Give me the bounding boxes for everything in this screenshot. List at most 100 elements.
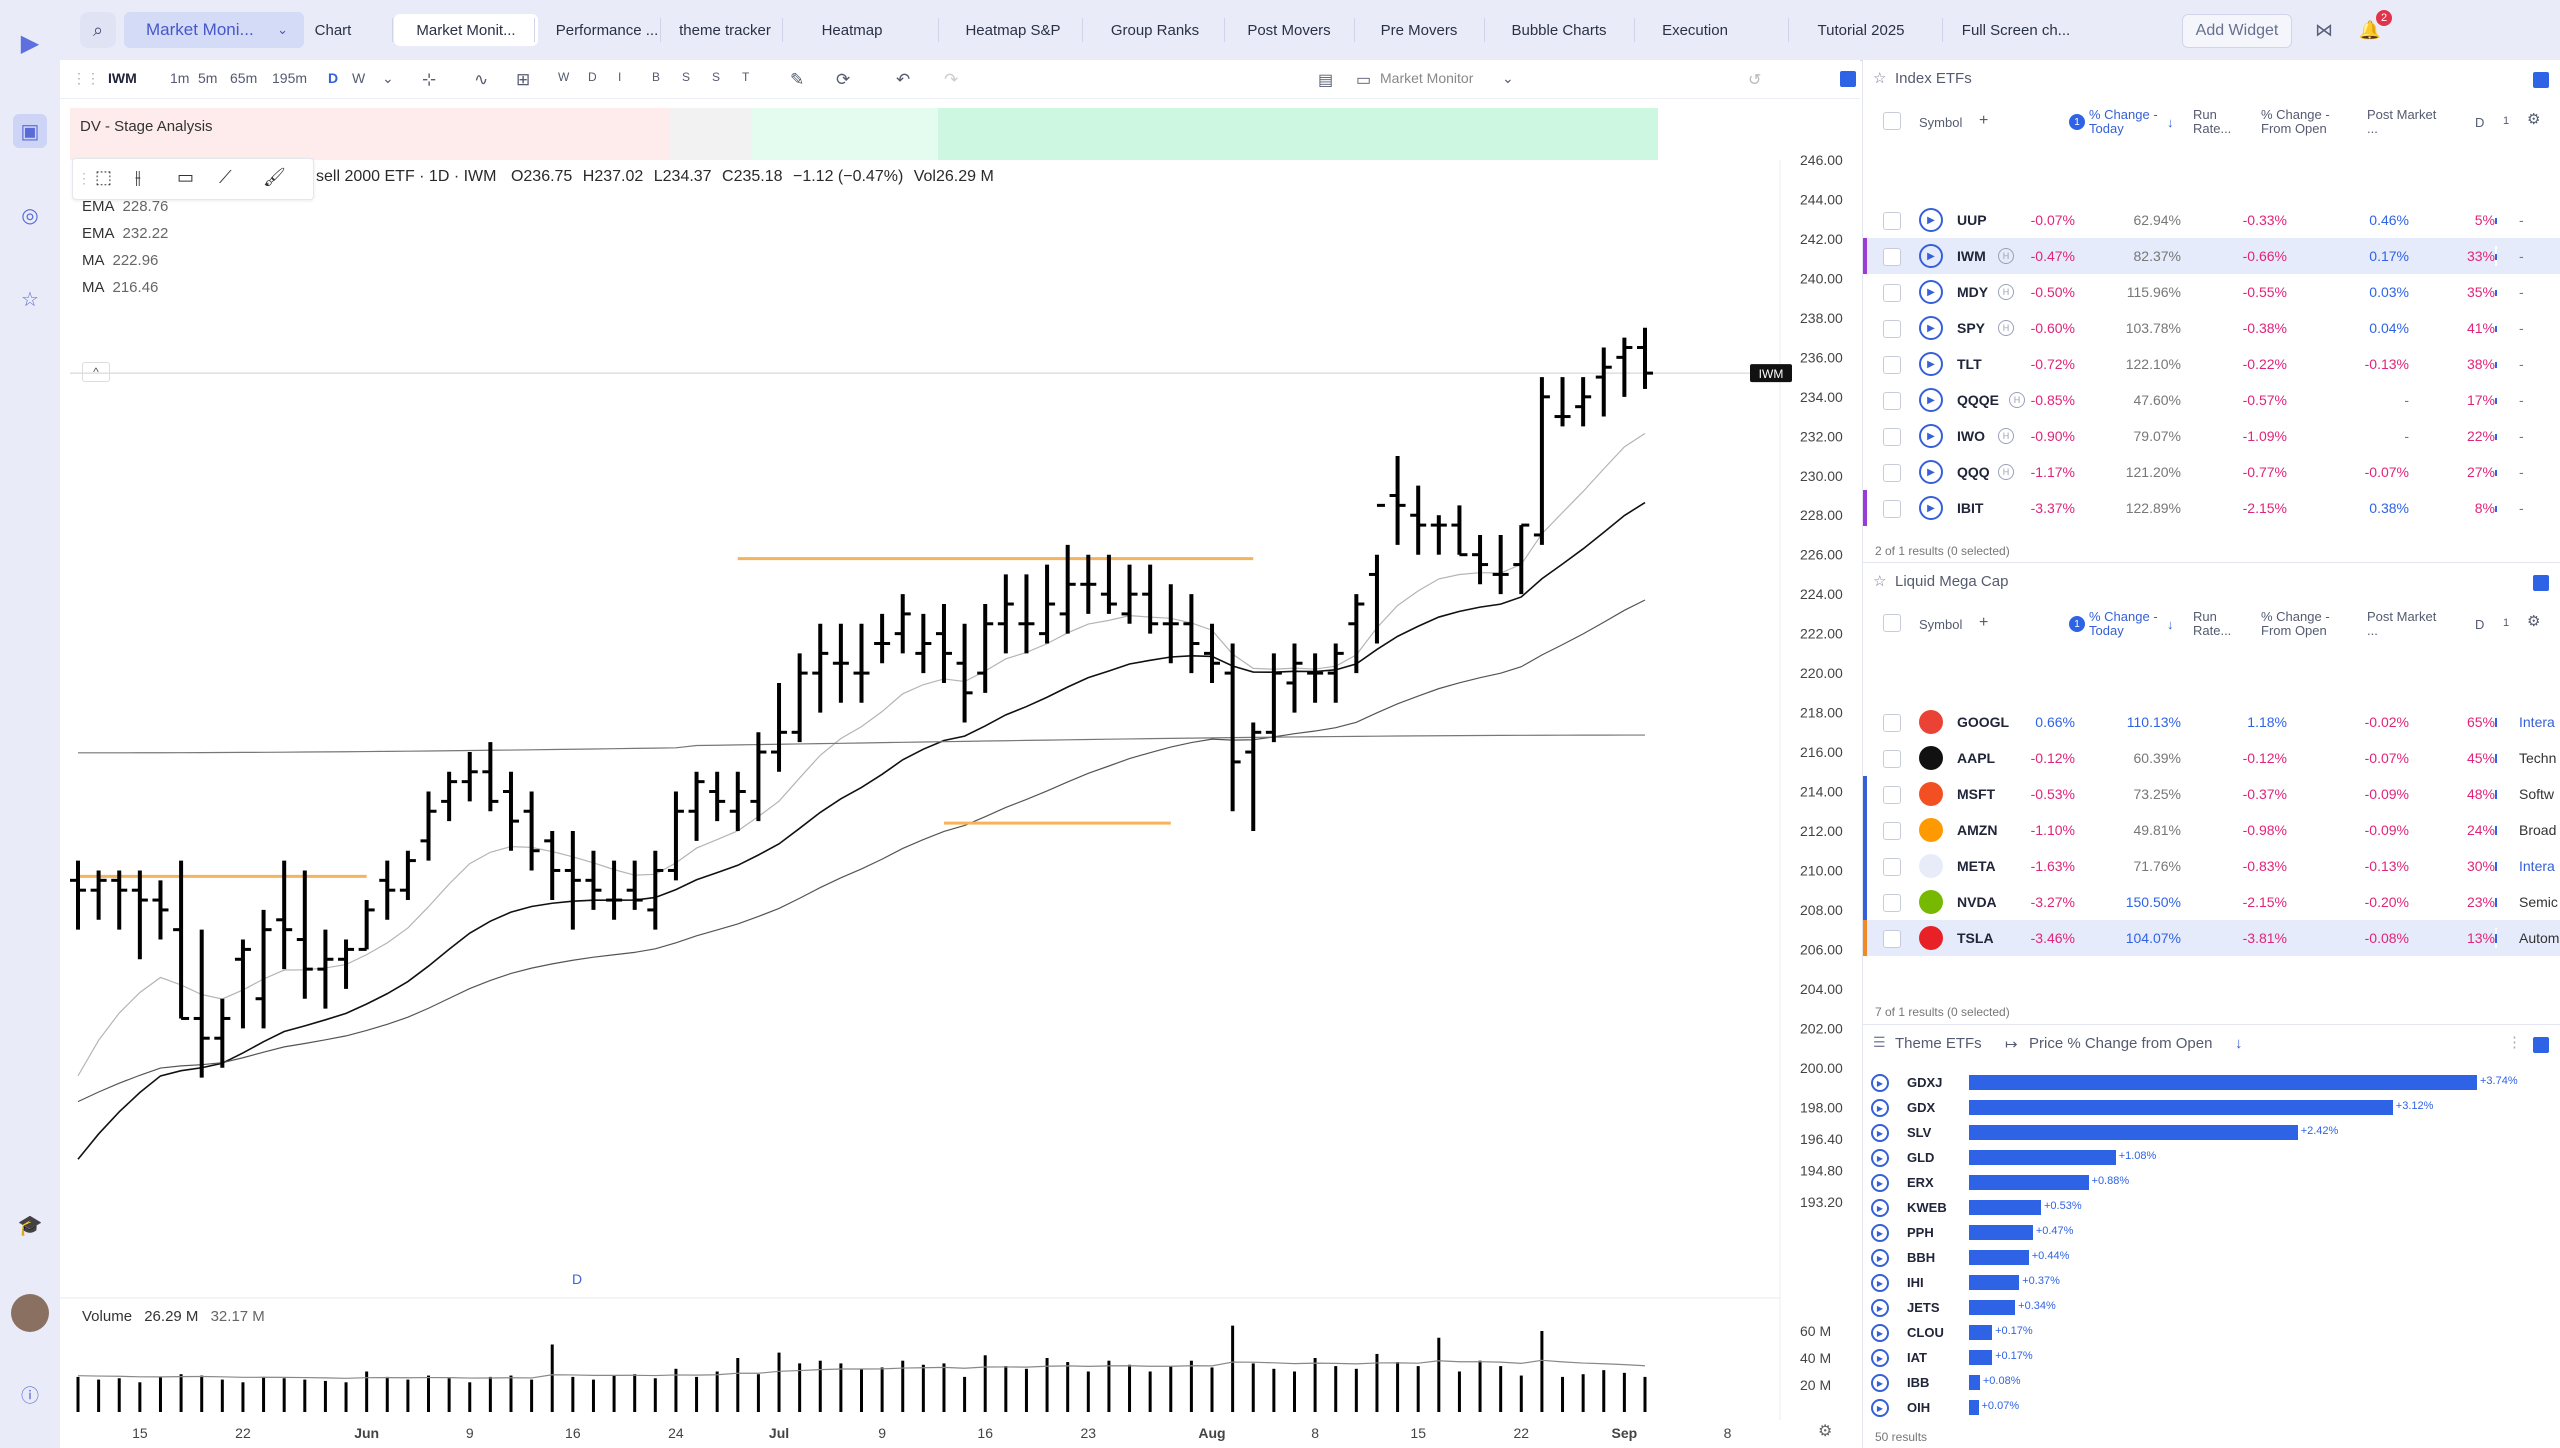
theme-bar[interactable] xyxy=(1969,1375,1980,1390)
theme-bar[interactable] xyxy=(1969,1400,1979,1415)
ohlc-bar[interactable] xyxy=(935,604,952,683)
more-icon[interactable]: ⋮ xyxy=(2507,1033,2522,1051)
ohlc-bar[interactable] xyxy=(1265,653,1282,743)
table-row[interactable]: ▶ IWM H -0.47% 82.37% -0.66% 0.17% 33% - xyxy=(1863,238,2560,274)
theme-row[interactable]: ▶ GLD +1.08% xyxy=(1863,1145,2560,1170)
tab-pre-movers[interactable]: Pre Movers xyxy=(1356,14,1482,46)
theme-row[interactable]: ▶ IBB +0.08% xyxy=(1863,1370,2560,1395)
row-checkbox[interactable] xyxy=(1883,248,1901,266)
theme-bar[interactable] xyxy=(1969,1300,2016,1315)
theme-bar[interactable] xyxy=(1969,1175,2089,1190)
table-row[interactable]: TSLA -3.46% 104.07% -3.81% -0.08% 13% Autom xyxy=(1863,920,2560,956)
ohlc-bar[interactable] xyxy=(544,830,561,901)
row-symbol[interactable]: SPY xyxy=(1957,320,1985,336)
table-row[interactable]: AMZN -1.10% 49.81% -0.98% -0.09% 24% Broad xyxy=(1863,812,2560,848)
ohlc-bar[interactable] xyxy=(1472,534,1489,585)
ohlc-bar[interactable] xyxy=(358,900,375,951)
col-post-market[interactable]: Post Market ... xyxy=(2367,108,2439,136)
col-symbol[interactable]: Symbol xyxy=(1919,116,1962,130)
tab-heatmap[interactable]: Heatmap xyxy=(784,14,920,46)
sort-desc-icon[interactable]: ↓ xyxy=(2167,116,2174,130)
theme-bar[interactable] xyxy=(1969,1325,1993,1340)
table-row[interactable]: ▶ IBIT -3.37% 122.89% -2.15% 0.38% 8% - xyxy=(1863,490,2560,526)
row-symbol[interactable]: MSFT xyxy=(1957,786,1995,802)
col-run-rate[interactable]: Run Rate... xyxy=(2193,108,2243,136)
ohlc-bar[interactable] xyxy=(791,653,808,743)
row-checkbox[interactable] xyxy=(1883,930,1901,948)
cell-sector[interactable]: Softw xyxy=(2519,786,2560,802)
play-icon[interactable]: ▶ xyxy=(1871,1299,1889,1317)
indicator-legend[interactable]: EMA 228.76 xyxy=(82,198,168,215)
ohlc-bar[interactable] xyxy=(461,752,478,802)
add-symbol-icon[interactable]: + xyxy=(1979,113,1988,129)
ohlc-bar[interactable] xyxy=(1100,554,1117,614)
theme-symbol[interactable]: PPH xyxy=(1907,1225,1934,1240)
ohlc-bar[interactable] xyxy=(317,929,334,1009)
col-change-from-open[interactable]: % Change - From Open xyxy=(2261,108,2355,136)
theme-symbol[interactable]: SLV xyxy=(1907,1125,1931,1140)
ohlc-bar[interactable] xyxy=(1451,505,1468,557)
cell-sector[interactable]: Intera xyxy=(2519,858,2560,874)
row-checkbox[interactable] xyxy=(1883,464,1901,482)
play-icon[interactable]: ▶ xyxy=(1871,1374,1889,1392)
ohlc-bar[interactable] xyxy=(1307,653,1324,703)
star-icon[interactable]: ☆ xyxy=(13,282,47,316)
play-icon[interactable]: ▶ xyxy=(1871,1349,1889,1367)
play-icon[interactable]: ▶ xyxy=(1871,1074,1889,1092)
ohlc-bar[interactable] xyxy=(1533,377,1550,545)
col-post-market[interactable]: Post Market ... xyxy=(2367,610,2439,638)
play-icon[interactable]: ▶ xyxy=(1919,244,1943,268)
col-1[interactable]: 1 xyxy=(2503,114,2509,128)
row-symbol[interactable]: AMZN xyxy=(1957,822,1997,838)
col-run-rate[interactable]: Run Rate... xyxy=(2193,610,2243,638)
row-checkbox[interactable] xyxy=(1883,822,1901,840)
ohlc-bar[interactable] xyxy=(482,742,499,812)
ohlc-bar[interactable] xyxy=(70,860,86,930)
row-checkbox[interactable] xyxy=(1883,212,1901,230)
settings-gear-icon[interactable]: ⚙ xyxy=(1818,1421,1832,1441)
cell-sector[interactable]: Broad xyxy=(2519,822,2560,838)
target-icon[interactable]: ◎ xyxy=(13,198,47,232)
theme-bar[interactable] xyxy=(1969,1225,2033,1240)
ohlc-bar[interactable] xyxy=(296,870,313,999)
play-icon[interactable]: ▶ xyxy=(1871,1174,1889,1192)
ohlc-bar[interactable] xyxy=(234,939,251,1029)
ohlc-bar[interactable] xyxy=(1616,337,1633,397)
theme-symbol[interactable]: BBH xyxy=(1907,1250,1935,1265)
row-checkbox[interactable] xyxy=(1883,750,1901,768)
star-icon[interactable]: ☆ xyxy=(1873,69,1886,87)
ohlc-bar[interactable] xyxy=(1410,485,1427,555)
row-checkbox[interactable] xyxy=(1883,284,1901,302)
row-symbol[interactable]: IWM xyxy=(1957,248,1986,264)
add-symbol-icon[interactable]: + xyxy=(1979,615,1988,631)
theme-symbol[interactable]: KWEB xyxy=(1907,1200,1947,1215)
ohlc-bar[interactable] xyxy=(1595,347,1612,417)
ohlc-bar[interactable] xyxy=(1039,564,1056,644)
ohlc-bar[interactable] xyxy=(1204,623,1221,683)
price-chart[interactable]: 246.00 244.00 242.00 240.00 238.00 236.00 234.… xyxy=(60,60,1860,1448)
holdings-icon[interactable]: H xyxy=(1998,428,2014,444)
select-all-checkbox[interactable] xyxy=(1883,614,1901,632)
col-1[interactable]: 1 xyxy=(2503,616,2509,630)
ohlc-bar[interactable] xyxy=(832,623,849,703)
row-symbol[interactable]: TLT xyxy=(1957,356,1982,372)
play-icon[interactable]: ▶ xyxy=(1919,352,1943,376)
ohlc-bar[interactable] xyxy=(193,929,210,1078)
theme-symbol[interactable]: OIH xyxy=(1907,1400,1930,1415)
ohlc-bar[interactable] xyxy=(131,870,148,960)
sort-desc-icon[interactable]: ↓ xyxy=(2235,1035,2243,1052)
play-icon[interactable]: ▶ xyxy=(1871,1249,1889,1267)
ohlc-bar[interactable] xyxy=(626,860,643,910)
ohlc-bar[interactable] xyxy=(441,771,458,822)
ohlc-bar[interactable] xyxy=(214,998,231,1068)
theme-bar[interactable] xyxy=(1969,1250,2029,1265)
ohlc-bar[interactable] xyxy=(729,771,746,831)
indicator-legend[interactable]: MA 216.46 xyxy=(82,279,158,296)
ohlc-bar[interactable] xyxy=(502,771,519,851)
tab-theme-tracker[interactable]: theme tracker xyxy=(662,14,788,46)
table-row[interactable]: ▶ UUP -0.07% 62.94% -0.33% 0.46% 5% - xyxy=(1863,202,2560,238)
ohlc-bar[interactable] xyxy=(853,623,870,703)
play-icon[interactable]: ▶ xyxy=(1919,424,1943,448)
theme-metric[interactable]: Price % Change from Open xyxy=(2029,1035,2212,1052)
column-settings-icon[interactable]: ⚙ xyxy=(2527,614,2540,629)
